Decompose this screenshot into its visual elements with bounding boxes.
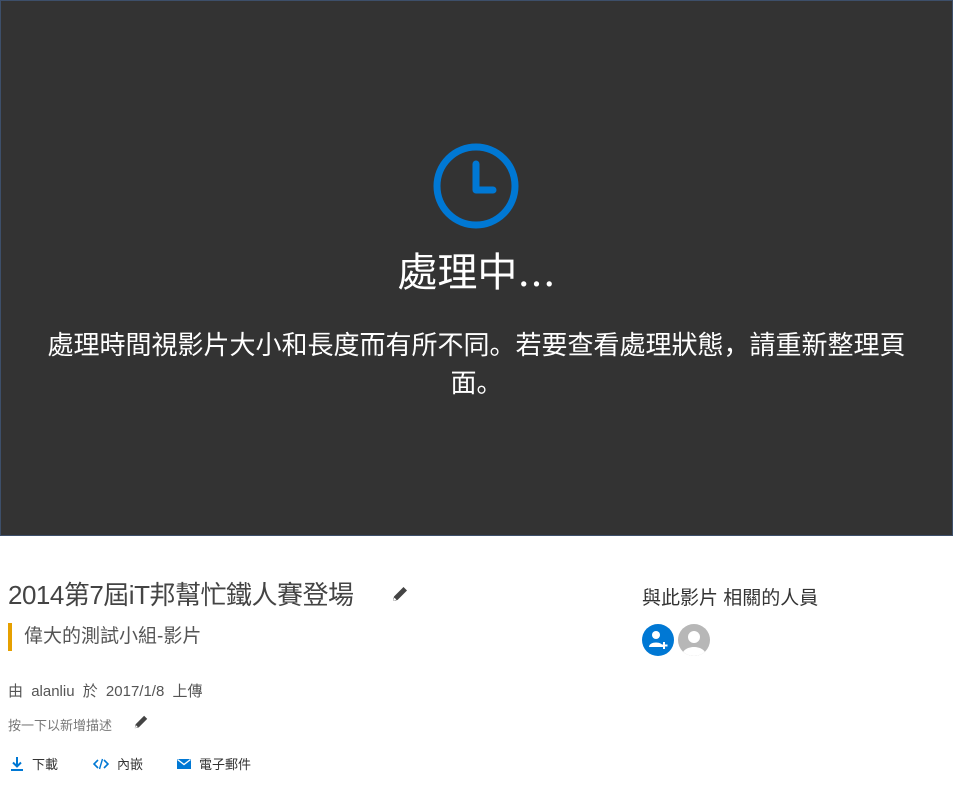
processing-message: 處理時間視影片大小和長度而有所不同。若要查看處理狀態，請重新整理頁面。 — [47, 331, 906, 399]
add-person-glyph-icon — [649, 631, 668, 649]
add-description-prompt[interactable]: 按一下以新增描述 — [8, 715, 112, 734]
upload-date: 2017/1/8 — [105, 683, 165, 700]
person-avatar-icon[interactable] — [678, 624, 710, 656]
download-icon — [11, 756, 23, 771]
add-person-icon[interactable] — [642, 624, 674, 656]
related-people-heading: 與此影片 相關的人員 — [642, 588, 819, 609]
date-prefix: 於 — [82, 683, 98, 700]
edit-title-pencil-icon[interactable] — [391, 585, 409, 603]
embed-button[interactable]: 內嵌 — [93, 754, 143, 773]
uploader-prefix: 由 — [8, 683, 24, 700]
edit-description-pencil-icon[interactable] — [133, 714, 149, 730]
person-silhouette-icon — [682, 631, 706, 656]
uploader-info: 由 alanliu 於 2017/1/8 上傳 — [8, 680, 207, 701]
group-link[interactable]: 偉大的測試小組-影片 — [8, 623, 201, 651]
video-title: 2014第7屆iT邦幫忙鐵人賽登場 — [8, 580, 354, 610]
download-label: 下載 — [32, 757, 59, 772]
video-player: 處理中... 處理時間視影片大小和長度而有所不同。若要查看處理狀態，請重新整理頁… — [0, 0, 953, 536]
processing-title: 處理中... — [397, 250, 556, 296]
upload-suffix: 上傳 — [172, 683, 203, 700]
email-label: 電子郵件 — [199, 757, 252, 772]
download-button[interactable]: 下載 — [10, 754, 58, 773]
uploader-name: alanliu — [31, 683, 75, 700]
embed-label: 內嵌 — [117, 757, 144, 772]
email-button[interactable]: 電子郵件 — [177, 754, 251, 773]
clock-icon — [433, 143, 519, 229]
email-icon — [177, 758, 191, 769]
embed-icon — [93, 758, 109, 769]
